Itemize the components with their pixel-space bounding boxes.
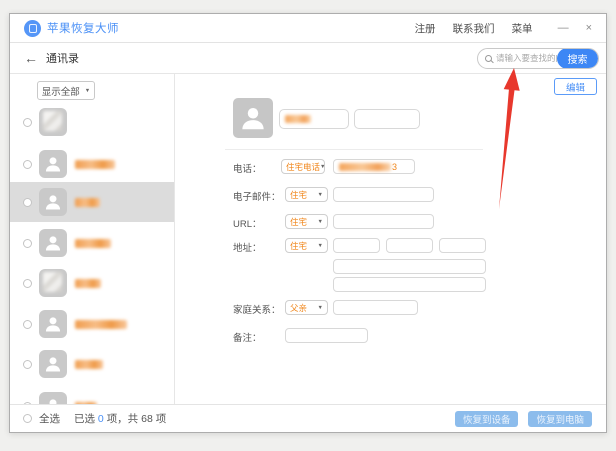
contact-name-masked	[75, 402, 97, 405]
contact-name-masked	[75, 320, 127, 329]
restore-to-pc-button[interactable]: 恢复到电脑	[528, 411, 592, 427]
contact-radio[interactable]	[23, 198, 32, 207]
address-field-4[interactable]	[333, 259, 486, 274]
contact-name-masked	[75, 279, 101, 288]
contact-sidebar: 显示全部 ▼	[10, 74, 175, 404]
chevron-down-icon: ▼	[318, 243, 323, 249]
url-field[interactable]	[333, 214, 434, 229]
contact-radio[interactable]	[23, 320, 32, 329]
url-label: URL：	[233, 216, 262, 230]
contact-radio[interactable]	[23, 279, 32, 288]
contact-detail-avatar	[233, 98, 273, 138]
close-icon[interactable]: ×	[586, 23, 592, 34]
search-bar: 搜索	[477, 48, 599, 69]
selection-summary: 已选 0 项，共 68 项	[74, 411, 166, 426]
contact-radio[interactable]	[23, 160, 32, 169]
contact-avatar	[39, 392, 67, 404]
email-type-dropdown[interactable]: 住宅 ▼	[285, 187, 328, 202]
contact-radio[interactable]	[23, 118, 32, 127]
app-logo-icon	[24, 20, 41, 37]
contact-name-masked	[75, 160, 115, 169]
email-label: 电子邮件：	[233, 189, 281, 203]
contact-avatar	[39, 108, 67, 136]
chevron-down-icon: ▼	[318, 192, 323, 198]
address-field-2[interactable]	[386, 238, 433, 253]
url-type-dropdown[interactable]: 住宅 ▼	[285, 214, 328, 229]
contact-avatar	[39, 188, 67, 216]
section-divider	[225, 149, 483, 150]
contact-name-masked	[75, 198, 100, 207]
last-name-field[interactable]	[354, 109, 420, 129]
contact-detail-panel: 编辑 电话： 住宅电话 ▼ 3 电子邮件： 住宅 ▼	[175, 74, 606, 404]
minimize-icon[interactable]: —	[558, 23, 569, 34]
filter-dropdown-value: 显示全部	[42, 84, 80, 98]
contact-us-link[interactable]: 联系我们	[453, 21, 495, 36]
address-label: 地址：	[233, 240, 262, 254]
contact-name-masked	[75, 239, 111, 248]
footer-bar: 全选 已选 0 项，共 68 项 恢复到设备 恢复到电脑	[10, 404, 606, 432]
contact-avatar	[39, 229, 67, 257]
app-window: 苹果恢复大师 注册 联系我们 菜单 — × ← 通讯录 搜索 显示全部 ▼	[9, 13, 607, 433]
contact-row[interactable]	[10, 144, 174, 184]
chevron-down-icon: ▼	[318, 219, 323, 225]
contact-row[interactable]	[10, 304, 174, 344]
phone-type-dropdown[interactable]: 住宅电话 ▼	[281, 159, 325, 174]
contact-name-masked	[75, 360, 103, 369]
contact-row[interactable]	[10, 223, 174, 263]
contact-radio[interactable]	[23, 360, 32, 369]
family-type-dropdown[interactable]: 父亲 ▼	[285, 300, 328, 315]
filter-dropdown[interactable]: 显示全部 ▼	[37, 81, 95, 100]
address-type-dropdown[interactable]: 住宅 ▼	[285, 238, 328, 253]
search-icon	[485, 55, 492, 62]
phone-label: 电话：	[233, 161, 262, 175]
contact-avatar	[39, 310, 67, 338]
phone-field-masked[interactable]: 3	[333, 159, 415, 174]
contact-avatar	[39, 150, 67, 178]
restore-to-device-button[interactable]: 恢复到设备	[455, 411, 519, 427]
edit-button[interactable]: 编辑	[554, 78, 597, 95]
first-name-field-masked[interactable]	[279, 109, 349, 129]
search-button[interactable]: 搜索	[557, 48, 598, 69]
select-all-label[interactable]: 全选	[39, 411, 60, 426]
chevron-down-icon: ▼	[85, 88, 90, 94]
chevron-down-icon: ▼	[318, 305, 323, 311]
title-bar: 苹果恢复大师 注册 联系我们 菜单 — ×	[10, 14, 606, 43]
contact-row[interactable]	[10, 263, 174, 303]
address-field-1[interactable]	[333, 238, 380, 253]
register-link[interactable]: 注册	[415, 21, 436, 36]
note-label: 备注：	[233, 330, 262, 344]
page-title: 通讯录	[46, 50, 79, 66]
address-field-5[interactable]	[333, 277, 486, 292]
select-all-radio[interactable]	[23, 414, 32, 423]
email-field[interactable]	[333, 187, 434, 202]
address-field-3[interactable]	[439, 238, 486, 253]
menu-link[interactable]: 菜单	[512, 21, 533, 36]
family-label: 家庭关系：	[233, 302, 281, 316]
contact-row[interactable]	[10, 102, 174, 142]
masked-phone-blob	[339, 163, 391, 171]
app-title: 苹果恢复大师	[47, 20, 119, 36]
contact-row[interactable]	[10, 182, 174, 222]
contact-avatar	[39, 350, 67, 378]
contact-row[interactable]	[10, 386, 174, 404]
note-field[interactable]	[285, 328, 368, 343]
toolbar: ← 通讯录 搜索	[10, 43, 606, 74]
search-input[interactable]	[496, 53, 557, 63]
contact-avatar	[39, 269, 67, 297]
masked-name-blob	[285, 115, 311, 123]
contact-row[interactable]	[10, 344, 174, 384]
family-field[interactable]	[333, 300, 418, 315]
chevron-down-icon: ▼	[320, 164, 325, 170]
selected-count: 0	[98, 413, 104, 425]
contact-radio[interactable]	[23, 402, 32, 405]
back-arrow-icon[interactable]: ←	[24, 51, 38, 65]
contact-radio[interactable]	[23, 239, 32, 248]
